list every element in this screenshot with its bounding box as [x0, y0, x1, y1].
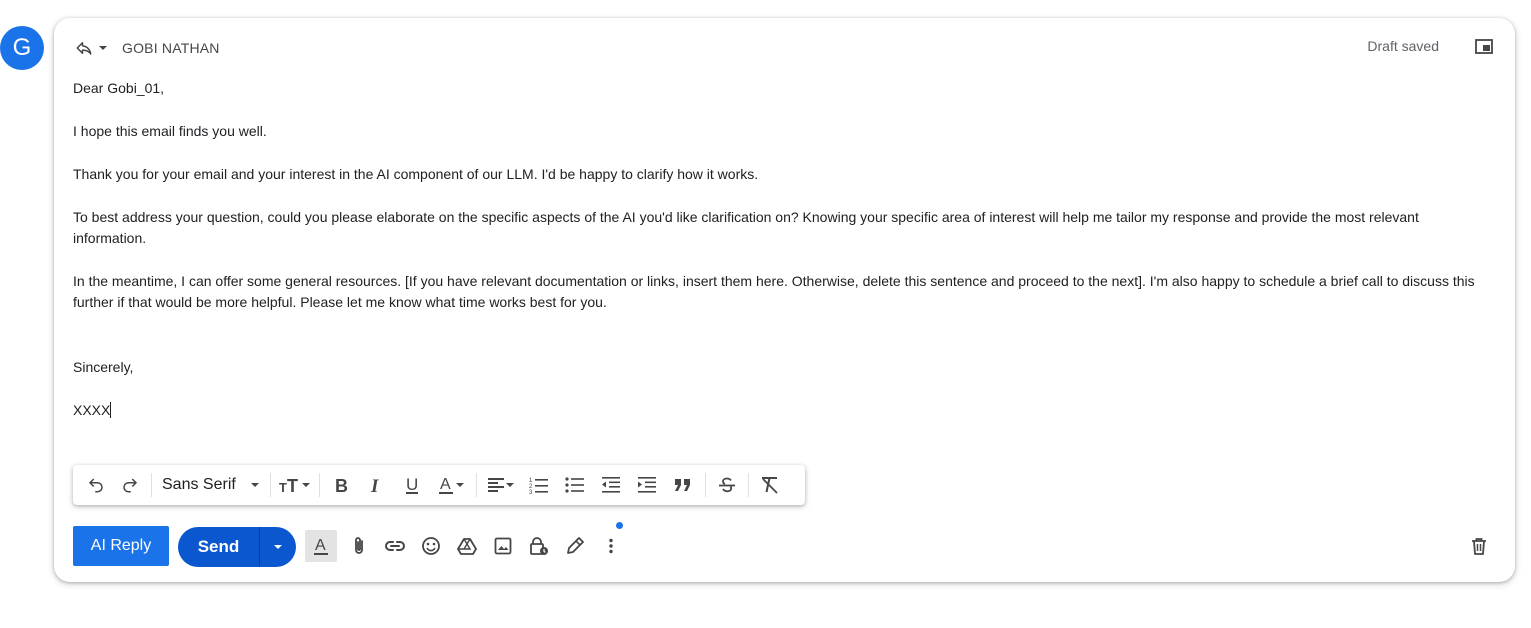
- svg-text:I: I: [370, 476, 379, 494]
- svg-text:T: T: [287, 476, 298, 494]
- avatar[interactable]: G: [0, 26, 44, 70]
- toolbar-divider: [475, 473, 477, 497]
- compose-tools: A: [305, 530, 629, 562]
- reply-type-dropdown-icon[interactable]: [96, 38, 110, 58]
- reply-icon[interactable]: [74, 38, 94, 58]
- send-button[interactable]: Send: [178, 527, 259, 567]
- draft-status: Draft saved: [1367, 38, 1439, 54]
- signature-line: XXXX: [73, 400, 1493, 421]
- svg-text:A: A: [440, 476, 451, 493]
- font-family-label: Sans Serif: [162, 476, 236, 493]
- compose-actions: AI Reply Send A: [73, 522, 1495, 567]
- emoji-icon[interactable]: [413, 530, 449, 562]
- svg-text:3: 3: [529, 490, 533, 494]
- insert-photo-icon[interactable]: [485, 530, 521, 562]
- discard-draft-icon[interactable]: [1463, 530, 1495, 562]
- underline-icon[interactable]: U: [394, 470, 430, 500]
- greeting: Dear Gobi_01,: [73, 80, 165, 96]
- align-icon[interactable]: [481, 470, 521, 500]
- confidential-mode-icon[interactable]: [521, 530, 557, 562]
- italic-icon[interactable]: I: [358, 470, 394, 500]
- drive-icon[interactable]: [449, 530, 485, 562]
- strikethrough-icon[interactable]: [710, 470, 744, 500]
- bulleted-list-icon[interactable]: [557, 470, 593, 500]
- compose-header: GOBI NATHAN Draft saved: [74, 36, 1495, 60]
- indent-more-icon[interactable]: [629, 470, 665, 500]
- font-size-icon[interactable]: TT: [275, 470, 315, 500]
- svg-text:T: T: [279, 480, 287, 494]
- ai-reply-button[interactable]: AI Reply: [73, 526, 169, 566]
- paragraph: In the meantime, I can offer some genera…: [73, 273, 1475, 310]
- signature-icon[interactable]: [557, 530, 593, 562]
- bold-icon[interactable]: B: [324, 470, 358, 500]
- remove-formatting-icon[interactable]: [753, 470, 787, 500]
- indent-less-icon[interactable]: [593, 470, 629, 500]
- signature: XXXX: [73, 402, 111, 418]
- svg-text:B: B: [335, 476, 348, 494]
- toolbar-divider: [704, 473, 706, 497]
- toolbar-divider: [151, 473, 152, 497]
- paragraph: To best address your question, could you…: [73, 209, 1419, 246]
- compose-card: GOBI NATHAN Draft saved Dear Gobi_01, I …: [54, 18, 1515, 582]
- text-cursor: [110, 402, 112, 418]
- message-body[interactable]: Dear Gobi_01, I hope this email finds yo…: [73, 78, 1493, 421]
- svg-text:A: A: [315, 537, 326, 554]
- send-button-group: Send: [178, 527, 296, 567]
- link-icon[interactable]: [377, 530, 413, 562]
- notification-dot: [616, 522, 623, 529]
- toolbar-divider: [318, 473, 320, 497]
- svg-text:U: U: [406, 475, 418, 494]
- redo-icon[interactable]: [113, 470, 147, 500]
- more-options-icon[interactable]: [593, 530, 629, 562]
- closing: Sincerely,: [73, 359, 134, 375]
- undo-icon[interactable]: [79, 470, 113, 500]
- send-options-icon[interactable]: [260, 527, 296, 567]
- attach-icon[interactable]: [341, 530, 377, 562]
- popout-icon[interactable]: [1473, 36, 1495, 58]
- formatting-options-icon[interactable]: A: [305, 530, 337, 562]
- quote-icon[interactable]: [665, 470, 701, 500]
- paragraph: I hope this email finds you well.: [73, 123, 267, 139]
- toolbar-divider: [747, 473, 749, 497]
- recipient-name[interactable]: GOBI NATHAN: [122, 40, 220, 56]
- text-color-icon[interactable]: A: [430, 470, 472, 500]
- font-family-select[interactable]: Sans Serif: [156, 470, 266, 500]
- numbered-list-icon[interactable]: 123: [521, 470, 557, 500]
- formatting-toolbar: Sans Serif TT B I U A 123: [73, 465, 805, 505]
- toolbar-divider: [269, 473, 271, 497]
- chevron-down-icon: [248, 480, 262, 490]
- paragraph: Thank you for your email and your intere…: [73, 166, 759, 182]
